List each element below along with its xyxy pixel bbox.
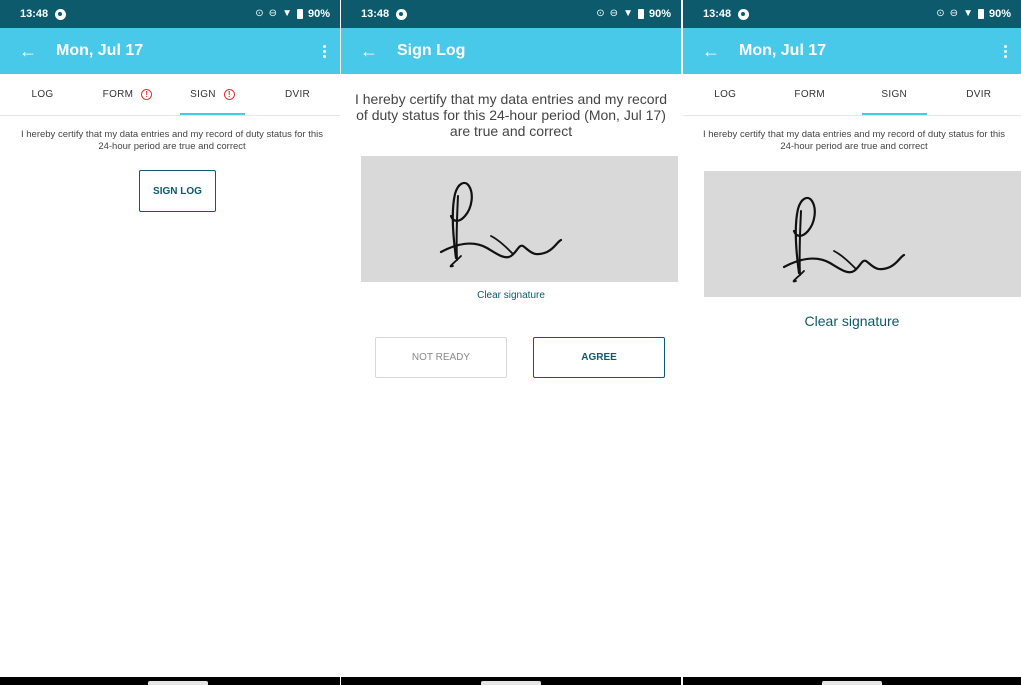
wifi-icon: ▼ <box>282 8 292 19</box>
certification-text: I hereby certify that my data entries an… <box>702 129 1006 152</box>
app-bar-title: Sign Log <box>397 42 466 59</box>
battery-percent: 90% <box>988 8 1011 20</box>
tab-form[interactable]: FORM <box>768 74 853 115</box>
tab-form[interactable]: FORM! <box>85 74 170 115</box>
clear-signature-link[interactable]: Clear signature <box>683 313 1021 329</box>
rotate-icon: ⊙ <box>596 8 605 19</box>
not-ready-button[interactable]: NOT READY <box>375 337 507 378</box>
screen-day-sign-unsigned: 13:48 ⊙ ⊖ ▼ 90% ← Mon, Jul 17 LOG FORM! … <box>0 0 340 685</box>
dnd-icon: ⊖ <box>268 8 278 19</box>
clear-signature-link[interactable]: Clear signature <box>341 290 681 301</box>
agree-button[interactable]: AGREE <box>533 337 665 378</box>
wifi-icon: ▼ <box>623 8 633 19</box>
app-bar-title: Mon, Jul 17 <box>56 42 144 59</box>
app-bar-title: Mon, Jul 17 <box>739 42 827 59</box>
status-time: 13:48 <box>20 8 49 20</box>
sync-icon <box>396 8 408 20</box>
home-handle[interactable] <box>481 681 541 685</box>
wifi-icon: ▼ <box>963 8 973 19</box>
warning-icon: ! <box>141 89 153 100</box>
tab-bar: LOG FORM! SIGN! DVIR <box>0 74 340 116</box>
battery-percent: 90% <box>648 8 671 20</box>
dnd-icon: ⊖ <box>949 8 959 19</box>
system-nav-bar <box>0 677 340 685</box>
status-bar: 13:48 ⊙ ⊖ ▼ 90% <box>341 0 681 28</box>
screen-sign-log-dialog: 13:48 ⊙ ⊖ ▼ 90% ← Sign Log I hereby cert… <box>341 0 681 685</box>
back-arrow-icon[interactable]: ← <box>683 41 739 62</box>
app-bar: ← Mon, Jul 17 <box>0 28 340 74</box>
sync-icon <box>55 8 67 20</box>
certification-text: I hereby certify that my data entries an… <box>354 91 668 139</box>
rotate-icon: ⊙ <box>936 8 945 19</box>
battery-percent: 90% <box>307 8 330 20</box>
status-time: 13:48 <box>361 8 390 20</box>
tab-log[interactable]: LOG <box>683 74 768 115</box>
tab-log[interactable]: LOG <box>0 74 85 115</box>
tab-sign[interactable]: SIGN <box>852 74 937 115</box>
warning-icon: ! <box>223 89 235 100</box>
certification-text: I hereby certify that my data entries an… <box>20 129 324 152</box>
tab-dvir[interactable]: DVIR <box>937 74 1021 115</box>
status-bar: 13:48 ⊙ ⊖ ▼ 90% <box>0 0 340 28</box>
signature-drawing <box>782 196 906 283</box>
status-time: 13:48 <box>703 8 732 20</box>
more-vert-icon[interactable] <box>993 44 1017 58</box>
tab-dvir[interactable]: DVIR <box>255 74 340 115</box>
sign-log-button[interactable]: SIGN LOG <box>139 170 216 212</box>
system-nav-bar <box>341 677 681 685</box>
battery-icon <box>637 9 644 19</box>
back-arrow-icon[interactable]: ← <box>0 41 56 62</box>
battery-icon <box>296 9 303 19</box>
rotate-icon: ⊙ <box>255 8 264 19</box>
system-nav-bar <box>683 677 1021 685</box>
sync-icon <box>738 8 750 20</box>
home-handle[interactable] <box>822 681 882 685</box>
signature-pad[interactable] <box>704 171 1021 297</box>
signature-drawing <box>439 181 563 268</box>
more-vert-icon[interactable] <box>312 44 336 58</box>
app-bar: ← Sign Log <box>341 28 681 74</box>
back-arrow-icon[interactable]: ← <box>341 41 397 62</box>
app-bar: ← Mon, Jul 17 <box>683 28 1021 74</box>
status-bar: 13:48 ⊙ ⊖ ▼ 90% <box>683 0 1021 28</box>
tab-sign[interactable]: SIGN! <box>170 74 255 115</box>
battery-icon <box>977 9 984 19</box>
dnd-icon: ⊖ <box>609 8 619 19</box>
screen-day-sign-signed: 13:48 ⊙ ⊖ ▼ 90% ← Mon, Jul 17 LOG FORM S… <box>683 0 1021 685</box>
tab-bar: LOG FORM SIGN DVIR <box>683 74 1021 116</box>
signature-pad[interactable] <box>361 156 678 282</box>
home-handle[interactable] <box>148 681 208 685</box>
